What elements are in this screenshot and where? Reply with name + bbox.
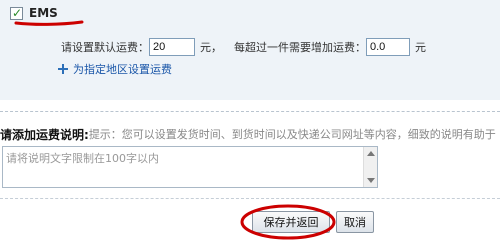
textarea-scrollbar[interactable] [363, 147, 377, 187]
cancel-button[interactable]: 取消 [336, 211, 374, 233]
ems-panel: ✓ EMS 请设置默认运费： 元， 每超过一件需要增加运费： 元 为指定地区设置… [0, 0, 500, 100]
extra-fee-unit: 元 [415, 41, 426, 54]
default-fee-input[interactable] [149, 38, 195, 56]
divider-bottom [0, 198, 500, 199]
extra-fee-input[interactable] [366, 38, 410, 56]
divider [0, 111, 500, 112]
default-fee-label: 请设置默认运费： [61, 41, 149, 54]
description-label: 请添加运费说明: [0, 127, 89, 142]
description-header: 请添加运费说明: 提示：您可以设置发货时间、到货时间以及快递公司网址等内容，细致… [0, 126, 496, 142]
description-placeholder: 请将说明文字限制在100字以内 [6, 152, 159, 165]
description-textarea[interactable]: 请将说明文字限制在100字以内 [2, 146, 378, 188]
set-region-fee-label: 为指定地区设置运费 [73, 63, 172, 76]
scroll-up-icon[interactable] [367, 151, 375, 156]
red-underline-annotation [14, 20, 84, 26]
red-circle-annotation [240, 204, 336, 240]
plus-icon [58, 64, 68, 74]
ems-label: EMS [29, 6, 58, 20]
extra-fee-label: 每超过一件需要增加运费： [234, 41, 366, 54]
set-region-fee-link[interactable]: 为指定地区设置运费 [58, 62, 172, 76]
ems-checkbox[interactable]: ✓ [10, 6, 23, 20]
description-hint: 提示：您可以设置发货时间、到货时间以及快递公司网址等内容，细致的说明有助于 [88, 128, 496, 141]
default-fee-unit: 元， [200, 41, 222, 54]
scroll-down-icon[interactable] [367, 178, 375, 183]
fee-row: 请设置默认运费： 元， 每超过一件需要增加运费： 元 [61, 38, 432, 56]
